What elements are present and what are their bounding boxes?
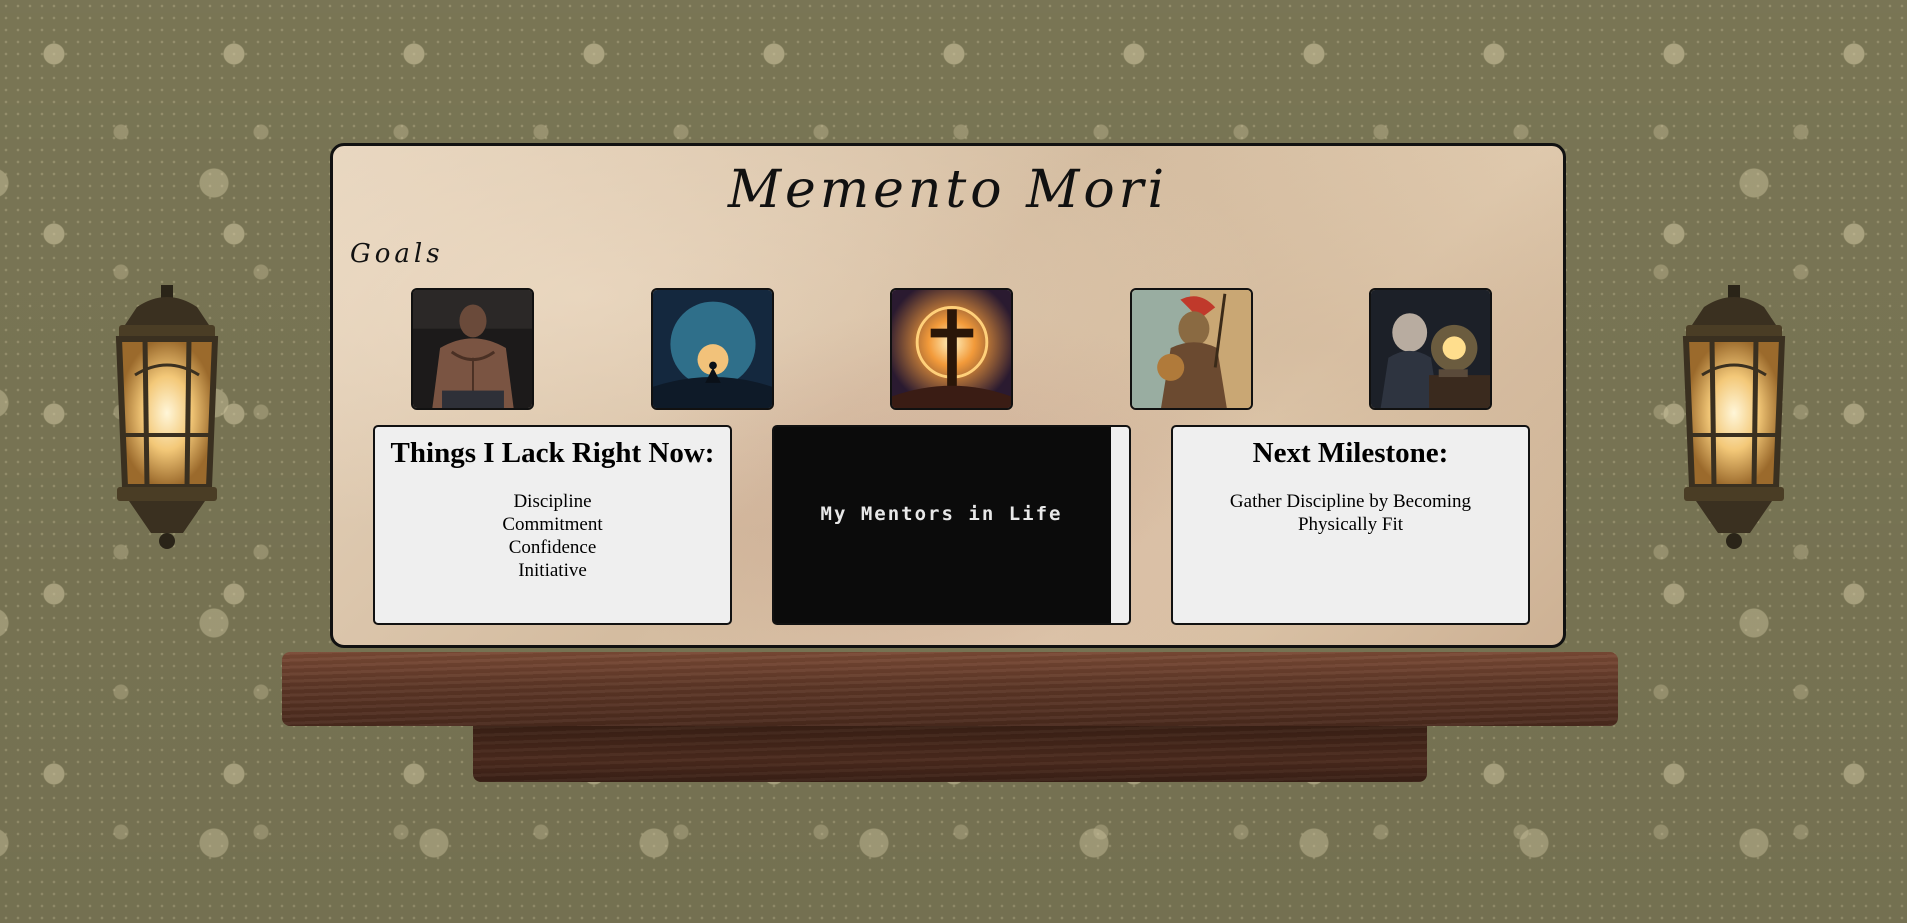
lack-heading: Things I Lack Right Now: <box>390 437 715 469</box>
milestone-panel: Next Milestone: Gather Discipline by Bec… <box>1171 425 1530 625</box>
wooden-shelf-base <box>473 726 1427 782</box>
goals-heading: Goals <box>350 239 444 269</box>
lack-item: Discipline <box>513 491 592 512</box>
goal-meditation-image[interactable] <box>651 288 774 410</box>
lack-item: Commitment <box>502 514 603 535</box>
page-title: Memento Mori <box>727 160 1169 220</box>
goal-bodybuilder-image[interactable] <box>411 288 534 410</box>
milestone-heading: Next Milestone: <box>1252 437 1449 469</box>
milestone-text: Gather Discipline by Becoming <box>1229 491 1472 512</box>
goal-craftsman-image[interactable] <box>1369 288 1492 410</box>
goal-cross-image[interactable] <box>890 288 1013 410</box>
goal-spartan-image[interactable] <box>1130 288 1253 410</box>
mentors-text: My Mentors in Life <box>820 503 1063 525</box>
milestone-text: Physically Fit <box>1297 514 1404 535</box>
wooden-shelf <box>282 652 1618 726</box>
lack-item: Confidence <box>508 537 597 558</box>
left-lantern-image <box>97 285 237 553</box>
lack-item: Initiative <box>518 560 587 581</box>
mentors-scrollbar[interactable] <box>1111 427 1129 623</box>
right-lantern-image <box>1664 285 1804 553</box>
lack-panel: Things I Lack Right Now: Discipline Comm… <box>373 425 732 625</box>
memento-mori-board: Memento Mori Goals Things I Lack Right N… <box>330 143 1566 648</box>
mentors-panel[interactable]: My Mentors in Life <box>772 425 1131 625</box>
